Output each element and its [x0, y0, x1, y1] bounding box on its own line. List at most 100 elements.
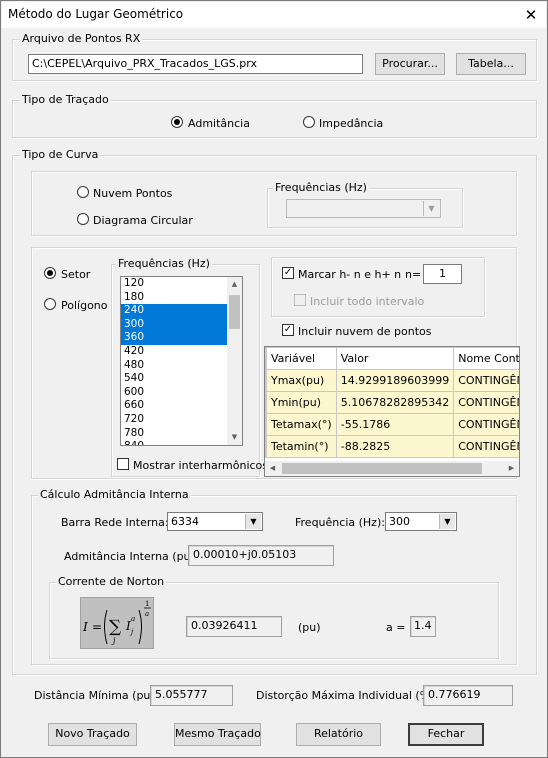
- setor-label: Setor: [61, 268, 91, 281]
- admitancia-interna-label: Admitância Interna (pu): [64, 550, 195, 563]
- frequency-items: 120180240300360420480540600660720780840: [121, 277, 242, 445]
- distancia-label: Distância Mínima (pu):: [34, 689, 159, 702]
- formula-right-paren: [138, 609, 142, 645]
- impedancia-label: Impedância: [319, 117, 384, 130]
- distancia-value: 5.055777: [150, 685, 233, 706]
- chevron-down-icon: ▼: [245, 514, 261, 529]
- scroll-down-icon[interactable]: ▼: [227, 430, 242, 445]
- list-item[interactable]: 480: [121, 359, 242, 373]
- cell-nome: CONTINGÊNCI: [453, 413, 519, 436]
- n-label: n=: [405, 268, 422, 281]
- results-grid[interactable]: Variável Valor Nome Conting Ymax(pu) 14.…: [264, 346, 520, 477]
- grid-header-variavel[interactable]: Variável: [266, 347, 337, 370]
- admitancia-radio[interactable]: [171, 116, 183, 128]
- calculo-group-label: Cálculo Admitância Interna: [38, 488, 191, 501]
- formula-svg: I = ∑ j I j a 1 a: [82, 600, 151, 645]
- cell-valor: 5.10678282895342: [335, 391, 455, 414]
- cell-variavel: Tetamax(°): [266, 413, 337, 436]
- frequency-listbox[interactable]: 120180240300360420480540600660720780840 …: [120, 276, 243, 446]
- frequencia-dropdown[interactable]: 300 ▼: [385, 512, 457, 531]
- n-field[interactable]: 1: [423, 264, 462, 284]
- list-item[interactable]: 780: [121, 427, 242, 441]
- diagrama-circular-radio[interactable]: [77, 213, 89, 225]
- scroll-left-icon[interactable]: ◀: [265, 461, 280, 476]
- table-row[interactable]: Ymin(pu) 5.10678282895342 CONTINGÊNCI: [265, 391, 519, 414]
- distorcao-label: Distorção Máxima Individual (%):: [256, 689, 439, 702]
- mostrar-interharmonicos-checkbox[interactable]: [117, 458, 129, 470]
- list-item[interactable]: 840: [121, 440, 242, 445]
- chevron-down-icon: ▼: [423, 201, 439, 216]
- grid-hscrollbar[interactable]: ◀ ▶: [265, 461, 519, 476]
- freq-list-label: Frequências (Hz): [116, 257, 212, 270]
- list-item[interactable]: 120: [121, 277, 242, 291]
- barra-label: Barra Rede Interna:: [61, 516, 169, 529]
- freq-dropdown-group-label: Frequências (Hz): [273, 181, 369, 194]
- formula-sum: ∑: [109, 617, 121, 637]
- relatorio-button[interactable]: Relatório: [296, 723, 381, 746]
- grid-header-row: Variável Valor Nome Conting: [265, 347, 519, 370]
- window-title: Método do Lugar Geométrico: [8, 7, 184, 21]
- close-icon[interactable]: ✕: [516, 2, 546, 28]
- incluir-nuvem-label: Incluir nuvem de pontos: [298, 325, 432, 338]
- fechar-button[interactable]: Fechar: [408, 723, 484, 746]
- poligono-label: Polígono: [61, 299, 108, 312]
- list-item[interactable]: 420: [121, 345, 242, 359]
- list-item[interactable]: 300: [121, 317, 242, 332]
- admitancia-label: Admitância: [188, 117, 250, 130]
- cell-nome: CONTINGÊNCI: [453, 369, 519, 392]
- scroll-up-icon[interactable]: ▲: [227, 277, 242, 292]
- norton-formula-image: I = ∑ j I j a 1 a: [80, 597, 154, 649]
- list-item[interactable]: 540: [121, 372, 242, 386]
- scroll-thumb[interactable]: [229, 295, 240, 329]
- checkmark-icon: ✓: [283, 324, 293, 335]
- nuvem-pontos-label: Nuvem Pontos: [93, 187, 173, 200]
- freq-dropdown[interactable]: ▼: [286, 199, 441, 218]
- distorcao-value: 0.776619: [423, 685, 513, 706]
- marcar-checkbox[interactable]: ✓: [282, 267, 294, 279]
- formula-I: I: [82, 620, 88, 634]
- admitancia-interna-value: 0.00010+j0.05103: [188, 545, 334, 566]
- formula-exp-num: 1: [145, 600, 149, 608]
- grid-header-nome[interactable]: Nome Conting: [453, 347, 519, 370]
- list-item[interactable]: 180: [121, 291, 242, 305]
- novo-tracado-button[interactable]: Novo Traçado: [48, 723, 137, 746]
- list-item[interactable]: 600: [121, 386, 242, 400]
- formula-equals: =: [92, 620, 102, 634]
- poligono-radio[interactable]: [44, 298, 56, 310]
- list-item[interactable]: 240: [121, 304, 242, 318]
- procurar-button[interactable]: Procurar...: [375, 53, 445, 75]
- checkmark-icon: ✓: [283, 267, 293, 278]
- incluir-nuvem-checkbox[interactable]: ✓: [282, 324, 294, 336]
- cell-valor: -88.2825: [335, 435, 455, 458]
- barra-dropdown[interactable]: 6334 ▼: [167, 512, 263, 531]
- setor-radio[interactable]: [44, 267, 56, 279]
- table-row[interactable]: Tetamin(°) -88.2825 CONTINGÊNCI: [265, 435, 519, 458]
- listbox-scrollbar[interactable]: ▲ ▼: [227, 277, 242, 445]
- norton-group-label: Corrente de Norton: [56, 575, 167, 588]
- table-row[interactable]: Ymax(pu) 14.9299189603999 CONTINGÊNCI: [265, 369, 519, 392]
- list-item[interactable]: 720: [121, 413, 242, 427]
- mesmo-tracado-button[interactable]: Mesmo Traçado: [174, 723, 261, 746]
- table-row[interactable]: Tetamax(°) -55.1786 CONTINGÊNCI: [265, 413, 519, 436]
- grid-header-valor[interactable]: Valor: [335, 347, 455, 370]
- arquivo-path-field[interactable]: C:\CEPEL\Arquivo_PRX_Tracados_LGS.prx: [28, 54, 363, 74]
- nuvem-pontos-radio[interactable]: [77, 186, 89, 198]
- norton-unit: (pu): [298, 621, 321, 634]
- tabela-button[interactable]: Tabela...: [456, 53, 526, 75]
- cell-variavel: Tetamin(°): [266, 435, 337, 458]
- scroll-right-icon[interactable]: ▶: [504, 461, 519, 476]
- list-item[interactable]: 360: [121, 331, 242, 345]
- chevron-down-icon: ▼: [439, 514, 455, 529]
- norton-value: 0.03926411: [186, 616, 282, 637]
- formula-exp-den: a: [145, 610, 149, 618]
- incluir-todo-checkbox[interactable]: [294, 294, 306, 306]
- hscroll-thumb[interactable]: [282, 463, 482, 474]
- list-item[interactable]: 660: [121, 399, 242, 413]
- diagrama-circular-label: Diagrama Circular: [93, 214, 193, 227]
- impedancia-radio[interactable]: [303, 116, 315, 128]
- results-table: Variável Valor Nome Conting Ymax(pu) 14.…: [265, 347, 519, 458]
- cell-valor: -55.1786: [335, 413, 455, 436]
- title-bar: Método do Lugar Geométrico ✕: [2, 2, 546, 28]
- cell-nome: CONTINGÊNCI: [453, 391, 519, 414]
- formula-Ij-sup: a: [131, 615, 135, 623]
